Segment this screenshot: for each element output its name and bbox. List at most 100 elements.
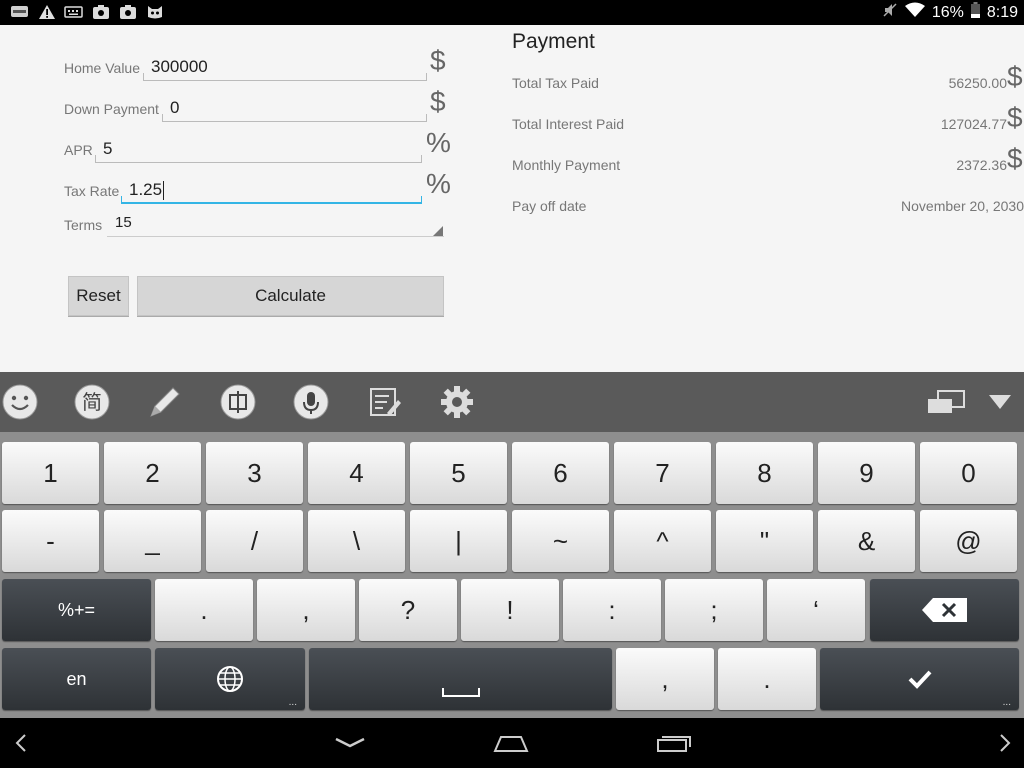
key-apostrophe[interactable]: ‘ (767, 579, 865, 641)
status-bar: 16% 8:19 (0, 0, 1024, 25)
app-icon (91, 3, 110, 20)
key-0[interactable]: 0 (920, 442, 1017, 504)
key-semicolon[interactable]: ; (665, 579, 763, 641)
key-4[interactable]: 4 (308, 442, 405, 504)
language-switch-key[interactable]: ... (155, 648, 305, 710)
app-icon (118, 3, 137, 20)
key-hyphen[interactable]: - (2, 510, 99, 572)
key-pipe[interactable]: | (410, 510, 507, 572)
key-at[interactable]: @ (920, 510, 1017, 572)
globe-icon (217, 666, 243, 692)
total-interest-label: Total Interest Paid (512, 116, 625, 132)
total-tax-label: Total Tax Paid (512, 75, 599, 91)
tax-rate-unit: % (426, 168, 451, 199)
keyboard-icon (64, 3, 83, 20)
key-period-bottom[interactable]: . (718, 648, 816, 710)
hide-keyboard-icon[interactable] (980, 382, 1020, 422)
key-1[interactable]: 1 (2, 442, 99, 504)
cat-icon (145, 3, 164, 20)
microphone-icon[interactable] (291, 382, 331, 422)
key-colon[interactable]: : (563, 579, 661, 641)
more-options-dots: ... (288, 697, 297, 708)
key-9[interactable]: 9 (818, 442, 915, 504)
key-8[interactable]: 8 (716, 442, 813, 504)
key-comma[interactable]: , (257, 579, 355, 641)
battery-percent: 16% (931, 3, 964, 21)
edit-text-icon[interactable] (364, 382, 404, 422)
checkmark-icon (908, 670, 931, 689)
home-icon[interactable] (491, 728, 531, 758)
key-backslash[interactable]: \ (308, 510, 405, 572)
key-comma-bottom[interactable]: , (616, 648, 714, 710)
tax-rate-underline (121, 196, 422, 204)
home-value-underline (143, 73, 427, 81)
key-6[interactable]: 6 (512, 442, 609, 504)
home-value-unit: $ (430, 45, 446, 76)
key-underscore[interactable]: _ (104, 510, 201, 572)
forward-arrow-icon[interactable] (994, 728, 1016, 758)
down-payment-unit: $ (430, 86, 446, 117)
warning-icon (37, 3, 56, 20)
key-ampersand[interactable]: & (818, 510, 915, 572)
done-key[interactable]: ... (820, 648, 1019, 710)
svg-text:简: 简 (82, 390, 102, 414)
calculate-button[interactable]: Calculate (137, 276, 444, 316)
key-double-quote[interactable]: " (716, 510, 813, 572)
chinese-simplified-icon[interactable]: 简 (72, 382, 112, 422)
payment-title: Payment (512, 30, 595, 53)
symbols-mode-key[interactable]: %+= (2, 579, 151, 641)
down-payment-underline (162, 114, 427, 122)
notification-icons (10, 3, 164, 20)
key-caret[interactable]: ^ (614, 510, 711, 572)
tax-rate-label: Tax Rate (64, 183, 120, 199)
clock: 8:19 (986, 3, 1018, 21)
key-period[interactable]: . (155, 579, 253, 641)
key-question[interactable]: ? (359, 579, 457, 641)
key-tilde[interactable]: ~ (512, 510, 609, 572)
dropdown-arrow-icon (433, 226, 443, 236)
back-icon[interactable] (330, 728, 370, 758)
settings-gear-icon[interactable] (437, 382, 477, 422)
battery-icon (970, 2, 980, 23)
mute-icon (882, 2, 898, 23)
keyboard-toolbar: 简 (0, 372, 1024, 432)
news-icon (10, 3, 29, 20)
reset-button[interactable]: Reset (68, 276, 129, 316)
total-interest-unit: $ (1007, 102, 1023, 133)
emoji-icon[interactable] (0, 382, 40, 422)
total-tax-value: 56250.00 (948, 75, 1007, 91)
apr-unit: % (426, 127, 451, 158)
monthly-payment-unit: $ (1007, 143, 1023, 174)
key-7[interactable]: 7 (614, 442, 711, 504)
total-interest-value: 127024.77 (940, 116, 1007, 132)
backspace-key[interactable] (870, 579, 1019, 641)
down-payment-label: Down Payment (64, 101, 159, 117)
handwriting-icon[interactable] (145, 382, 185, 422)
soft-keyboard: 1 2 3 4 5 6 7 8 9 0 - _ / \ | ~ ^ " & @ … (0, 432, 1024, 718)
key-5[interactable]: 5 (410, 442, 507, 504)
backspace-icon (921, 598, 967, 622)
floating-keyboard-icon[interactable] (926, 382, 966, 422)
language-key[interactable]: en (2, 648, 151, 710)
monthly-payment-value: 2372.36 (956, 157, 1007, 173)
navigation-bar (0, 718, 1024, 768)
payoff-date-value: November 20, 2030 (901, 198, 1024, 214)
payoff-date-label: Pay off date (512, 198, 587, 214)
system-status: 16% 8:19 (882, 2, 1018, 23)
back-arrow-icon[interactable] (10, 728, 32, 758)
wifi-icon (904, 2, 925, 23)
recent-apps-icon[interactable] (654, 728, 694, 758)
terms-label: Terms (64, 217, 103, 233)
space-key[interactable] (309, 648, 612, 710)
key-slash[interactable]: / (206, 510, 303, 572)
mortgage-calculator: Home Value 300000 $ Down Payment 0 $ APR… (0, 25, 1024, 372)
key-2[interactable]: 2 (104, 442, 201, 504)
monthly-payment-label: Monthly Payment (512, 157, 621, 173)
split-keyboard-icon[interactable] (218, 382, 258, 422)
more-options-dots: ... (1002, 697, 1011, 708)
key-3[interactable]: 3 (206, 442, 303, 504)
terms-spinner[interactable]: 15 (107, 210, 444, 236)
home-value-label: Home Value (64, 60, 141, 76)
key-exclamation[interactable]: ! (461, 579, 559, 641)
apr-underline (95, 155, 422, 163)
